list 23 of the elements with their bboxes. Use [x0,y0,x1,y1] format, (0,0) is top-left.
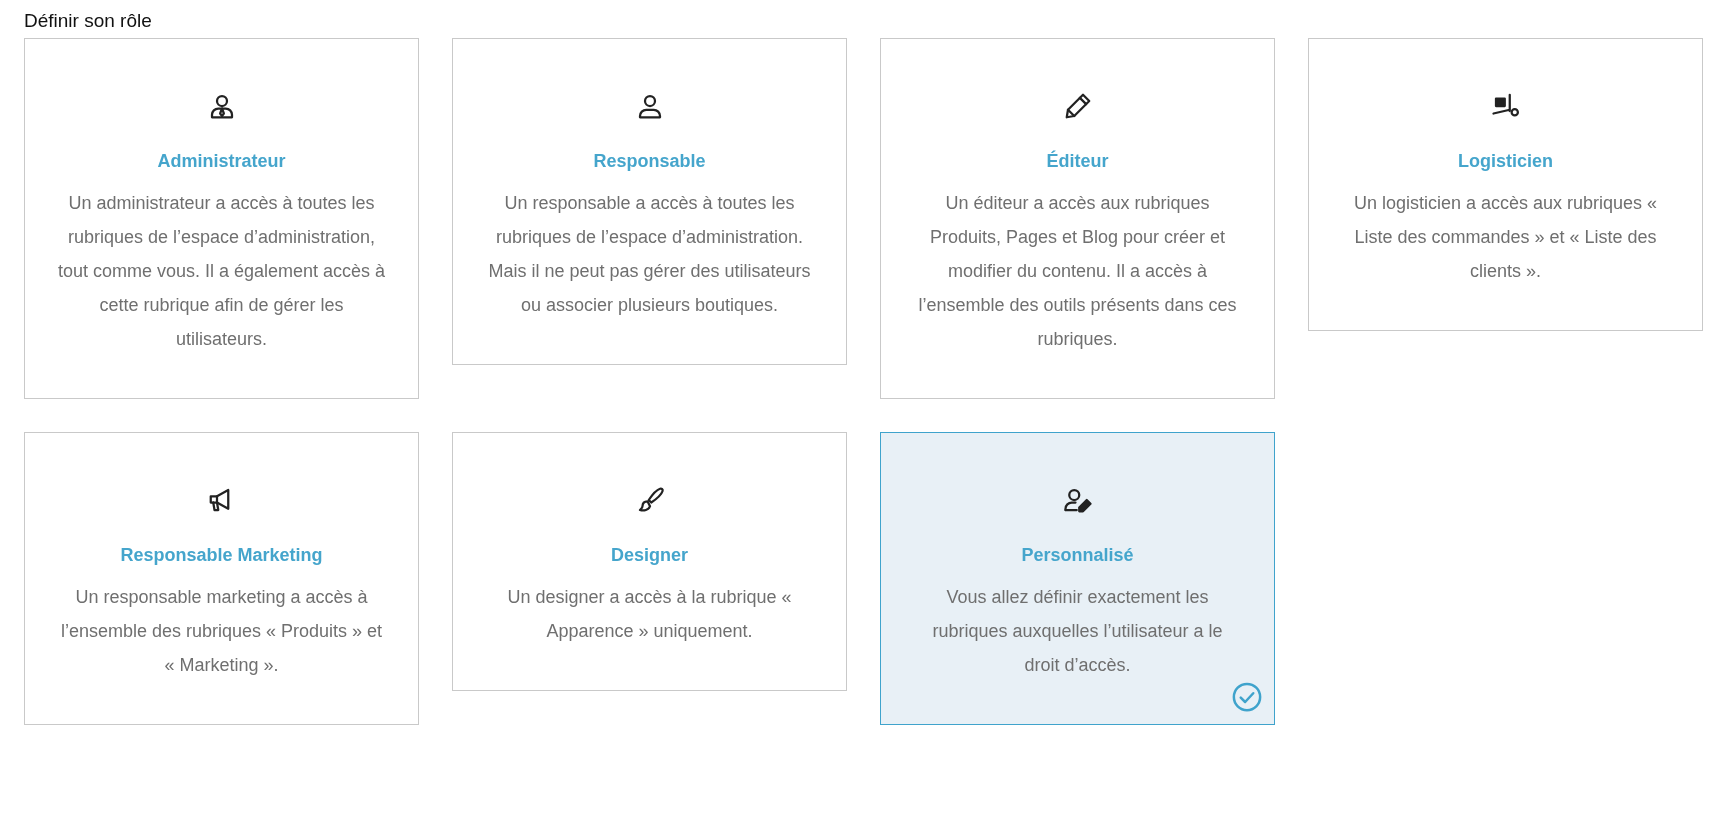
role-title: Éditeur [1046,151,1109,172]
role-description: Un administrateur a accès à toutes les rubriques de l’espace d’administration, tout comme vous. Il a également accès à cette rubrique afin de gérer les utilisateurs. [57,192,386,351]
role-card[interactable]: Logisticien Un logisticien a accès aux rubriques « Liste des commandes » et « Liste des clients ». [1308,38,1703,331]
role-title: Logisticien [1458,151,1553,172]
role-title: Responsable Marketing [120,545,323,566]
role-title: Responsable [593,151,706,172]
role-description: Vous allez définir exactement les rubriques auxquelles l’utilisateur a le droit d’accès. [931,586,1224,677]
role-card[interactable]: Administrateur Un administrateur a accès à toutes les rubriques de l’espace d’administration, tout comme vous. Il a également accès à cette rubrique afin de gérer les utilisateurs. [24,38,419,399]
role-title: Personnalisé [1021,545,1134,566]
role-description: Un designer a accès à la rubrique « Apparence » uniquement. [506,586,793,643]
role-description: Un logisticien a accès aux rubriques « Liste des commandes » et « Liste des clients ». [1352,192,1659,283]
role-title: Designer [611,545,688,566]
check-circle-icon [1232,682,1262,712]
role-card[interactable]: Responsable Un responsable a accès à toutes les rubriques de l’espace d’administration. Mais il ne peut pas gérer des utilisateurs ou associer plusieurs boutiques. [452,38,847,365]
role-description: Un responsable a accès à toutes les rubriques de l’espace d’administration. Mais il ne peut pas gérer des utilisateurs ou associer plusieurs boutiques. [487,192,812,317]
role-card[interactable]: Responsable Marketing Un responsable marketing a accès à l’ensemble des rubriques « Produits » et « Marketing ». [24,432,419,725]
role-card[interactable]: Éditeur Un éditeur a accès aux rubriques Produits, Pages et Blog pour créer et modifier du contenu. Il a accès à l’ensemble des outils présents dans ces rubriques. [880,38,1275,399]
role-card[interactable]: Designer Un designer a accès à la rubrique « Apparence » uniquement. [452,432,847,691]
role-description: Un responsable marketing a accès à l’ensemble des rubriques « Produits » et « Marketing ». [59,586,384,677]
role-title: Administrateur [157,151,286,172]
role-description: Un éditeur a accès aux rubriques Produits, Pages et Blog pour créer et modifier du contenu. Il a accès à l’ensemble des outils présents dans ces rubriques. [917,192,1238,351]
section-heading: Définir son rôle [24,10,152,32]
role-card[interactable]: Personnalisé Vous allez définir exactement les rubriques auxquelles l’utilisateur a le droit d’accès. [880,432,1275,725]
